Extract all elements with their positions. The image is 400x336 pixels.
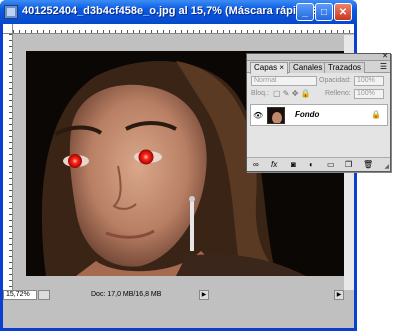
layer-name[interactable]: Fondo [295,110,319,119]
layer-thumbnail [267,107,285,124]
palette-titlebar[interactable]: ✕ [247,52,390,61]
blend-mode-select[interactable]: Normal [251,76,317,86]
tab-trazados[interactable]: Trazados [324,62,366,73]
vertical-ruler[interactable] [3,34,13,290]
fill-label: Relleno: [325,90,351,97]
palette-footer: ∞ fx ◙ ◐ ▭ ❐ 🗑 ◢ [247,157,390,171]
tab-capas[interactable]: Capas × [250,62,289,74]
scroll-right-icon[interactable]: ▶ [334,290,344,300]
layer-row[interactable]: 👁 Fondo 🔒 [250,104,388,126]
eye-icon[interactable]: 👁 [253,111,263,120]
status-bar: 15,72% Doc: 17,0 MB/16,8 MB ▶ ▶ [3,290,354,300]
palette-tabs: Capas × Canales Trazados ☰ [247,61,390,74]
adjustment-icon[interactable]: ◐ [309,160,314,169]
layers-palette: ✕ Capas × Canales Trazados ☰ Normal Opac… [246,53,391,172]
maximize-button[interactable]: □ [315,3,333,21]
ruler-origin[interactable] [3,24,13,34]
close-button[interactable]: ✕ [334,3,352,21]
lock-icon: 🔒 [371,110,381,119]
window-title: 401252404_d3b4cf458e_o.jpg al 15,7% (Más… [22,5,322,17]
folder-icon[interactable]: ▭ [327,160,335,169]
lock-transparency-icon[interactable]: ▢ ✎ ✥ 🔒 [273,89,311,98]
document-info: Doc: 17,0 MB/16,8 MB [91,291,162,298]
status-menu-button[interactable] [38,290,50,300]
palette-menu-icon[interactable]: ☰ [380,62,387,71]
lock-label: Bloq.: [251,90,269,97]
trash-icon[interactable]: 🗑 [363,160,373,169]
title-bar[interactable]: 401252404_d3b4cf458e_o.jpg al 15,7% (Más… [0,0,357,24]
zoom-field[interactable]: 15,72% [3,290,37,300]
minimize-button[interactable]: _ [296,3,314,21]
link-icon[interactable]: ∞ [253,160,259,169]
fill-field[interactable]: 100% [354,89,384,99]
status-arrow-icon[interactable]: ▶ [199,290,209,300]
fx-icon[interactable]: fx [271,160,277,169]
new-layer-icon[interactable]: ❐ [345,160,352,169]
mask-icon[interactable]: ◙ [291,160,296,169]
tab-close-icon[interactable]: × [279,63,284,72]
opacity-label: Opacidad: [319,77,351,84]
opacity-field[interactable]: 100% [354,76,384,86]
tab-canales[interactable]: Canales [289,62,327,73]
resize-grip-icon[interactable]: ◢ [384,163,389,170]
photoshop-icon [4,5,18,19]
horizontal-ruler[interactable] [13,24,354,34]
close-icon[interactable]: ✕ [382,52,388,60]
